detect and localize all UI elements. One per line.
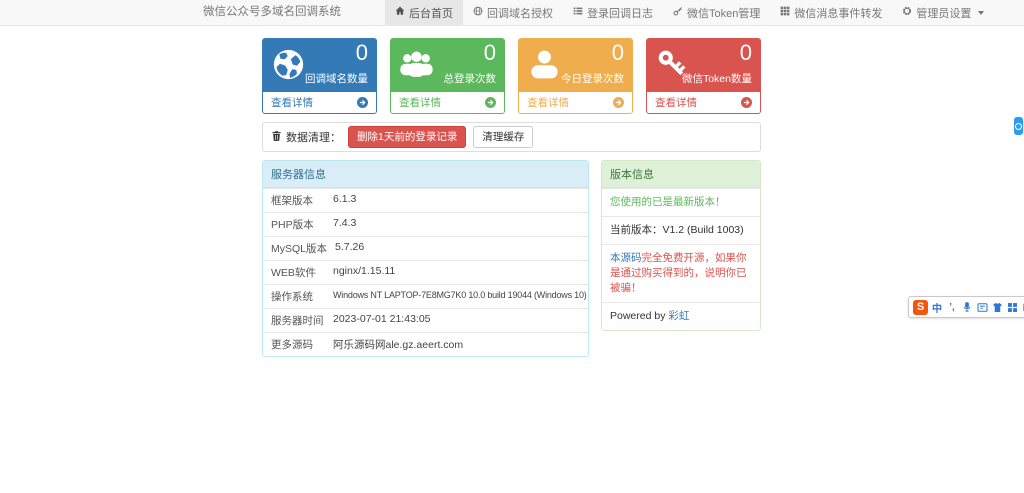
view-details-label: 查看详情: [271, 95, 313, 110]
version-info-title: 版本信息: [602, 161, 760, 188]
stat-card-total-logins: 0 总登录次数 查看详情: [390, 38, 505, 114]
nav-item-label: 登录回调日志: [587, 5, 653, 21]
view-details-label: 查看详情: [399, 95, 441, 110]
current-version: 当前版本：V1.2 (Build 1003): [602, 216, 760, 244]
server-info-panel: 服务器信息 框架版本 6.1.3 PHP版本 7.4.3 MySQL版本 5.7…: [262, 160, 589, 357]
nav-item-admin-settings[interactable]: 管理员设置: [892, 0, 994, 25]
view-details-link[interactable]: 查看详情: [391, 92, 504, 113]
globe-icon: [270, 46, 307, 88]
stat-value: 0: [484, 41, 496, 65]
view-details-link[interactable]: 查看详情: [647, 92, 760, 113]
table-row: 服务器时间 2023-07-01 21:43:05: [263, 308, 588, 332]
punctuation-toggle[interactable]: ’,: [946, 300, 958, 314]
stat-label: 总登录次数: [444, 71, 497, 86]
view-details-link[interactable]: 查看详情: [263, 92, 376, 113]
table-row: PHP版本 7.4.3: [263, 212, 588, 236]
delete-old-logins-button[interactable]: 删除1天前的登录记录: [348, 126, 466, 149]
microphone-icon[interactable]: [961, 300, 973, 314]
ime-mode-toggle[interactable]: 中: [931, 300, 943, 314]
stat-card-body: 0 总登录次数: [391, 39, 504, 92]
app-title[interactable]: 微信公众号多域名回调系统: [203, 0, 341, 25]
table-row: 操作系统 Windows NT LAPTOP-7E8MG7K0 10.0 bui…: [263, 284, 588, 308]
nav-item-label: 管理员设置: [916, 5, 971, 21]
ime-toolbar: S 中 ’,: [908, 296, 1024, 318]
latest-version-note: 您使用的已是最新版本！: [602, 188, 760, 216]
stat-label: 回调域名数量: [305, 71, 368, 86]
table-row: MySQL版本 5.7.26: [263, 236, 588, 260]
nav-item-wechat-token[interactable]: 微信Token管理: [663, 0, 770, 25]
stat-card-today-logins: 0 今日登录次数 查看详情: [518, 38, 633, 114]
nav-item-callback-domain-auth[interactable]: 回调域名授权: [463, 0, 563, 25]
key-icon: [673, 6, 683, 19]
nav-item-label: 后台首页: [409, 5, 453, 21]
nav-item-label: 回调域名授权: [487, 5, 553, 21]
arrow-circle-right-icon: [357, 97, 368, 108]
user-icon: [526, 46, 563, 88]
stat-value: 0: [612, 41, 624, 65]
list-icon: [573, 6, 583, 19]
view-details-label: 查看详情: [527, 95, 569, 110]
arrow-circle-right-icon: [741, 97, 752, 108]
sogou-logo-icon[interactable]: S: [913, 300, 928, 315]
users-icon: [398, 46, 435, 88]
open-source-notice: 本源码完全免费开源，如果你是通过购买得到的，说明你已被骗！: [602, 244, 760, 302]
stat-card-callback-domains: 0 回调域名数量 查看详情: [262, 38, 377, 114]
main-nav: 后台首页 回调域名授权 登录回调日志 微信Token管理 微信消息事件转发 管理…: [385, 0, 994, 25]
powered-by: Powered by 彩虹: [602, 302, 760, 330]
arrow-circle-right-icon: [485, 97, 496, 108]
stat-card-body: 0 回调域名数量: [263, 39, 376, 92]
clear-cache-button[interactable]: 清理缓存: [473, 126, 533, 149]
stat-card-wechat-tokens: 0 微信Token数量 查看详情: [646, 38, 761, 114]
stat-value: 0: [740, 41, 752, 65]
nav-item-label: 微信消息事件转发: [794, 5, 882, 21]
top-navbar: 微信公众号多域名回调系统 后台首页 回调域名授权 登录回调日志 微信Token管…: [0, 0, 1024, 26]
trash-icon: [271, 130, 282, 145]
home-icon: [395, 6, 405, 19]
nav-item-wechat-message-forward[interactable]: 微信消息事件转发: [770, 0, 892, 25]
th-icon: [780, 6, 790, 19]
nav-item-label: 微信Token管理: [687, 5, 760, 21]
table-row: WEB软件 nginx/1.15.11: [263, 260, 588, 284]
nav-item-dashboard[interactable]: 后台首页: [385, 0, 463, 25]
data-cleanup-label: 数据清理：: [271, 129, 341, 145]
globe-icon: [473, 6, 483, 19]
stat-cards-row: 0 回调域名数量 查看详情 0 总登录次数 查看详情 0 今日登录次数: [262, 38, 761, 114]
stat-value: 0: [356, 41, 368, 65]
view-details-link[interactable]: 查看详情: [519, 92, 632, 113]
stat-label: 微信Token数量: [682, 71, 752, 86]
stat-card-body: 0 微信Token数量: [647, 39, 760, 92]
gear-icon: [902, 6, 912, 19]
nav-item-login-callback-log[interactable]: 登录回调日志: [563, 0, 663, 25]
view-details-label: 查看详情: [655, 95, 697, 110]
table-row: 框架版本 6.1.3: [263, 188, 588, 212]
contact-icon: [1015, 123, 1022, 130]
table-row: 更多源码 阿乐源码网ale.gz.aeert.com: [263, 332, 588, 356]
toolbox-grid-icon[interactable]: [1006, 300, 1018, 314]
source-link[interactable]: 本源码: [610, 252, 642, 264]
chevron-down-icon: [978, 11, 984, 15]
data-cleanup-panel: 数据清理： 删除1天前的登录记录 清理缓存: [262, 122, 761, 152]
stat-label: 今日登录次数: [561, 71, 624, 86]
skin-shirt-icon[interactable]: [991, 300, 1003, 314]
arrow-circle-right-icon: [613, 97, 624, 108]
floating-contact-button[interactable]: [1014, 117, 1023, 135]
stat-card-body: 0 今日登录次数: [519, 39, 632, 92]
version-info-panel: 版本信息 您使用的已是最新版本！ 当前版本：V1.2 (Build 1003) …: [601, 160, 761, 331]
handwriting-board-icon[interactable]: [976, 300, 988, 314]
powered-by-link[interactable]: 彩虹: [668, 310, 689, 322]
server-info-title: 服务器信息: [263, 161, 588, 188]
